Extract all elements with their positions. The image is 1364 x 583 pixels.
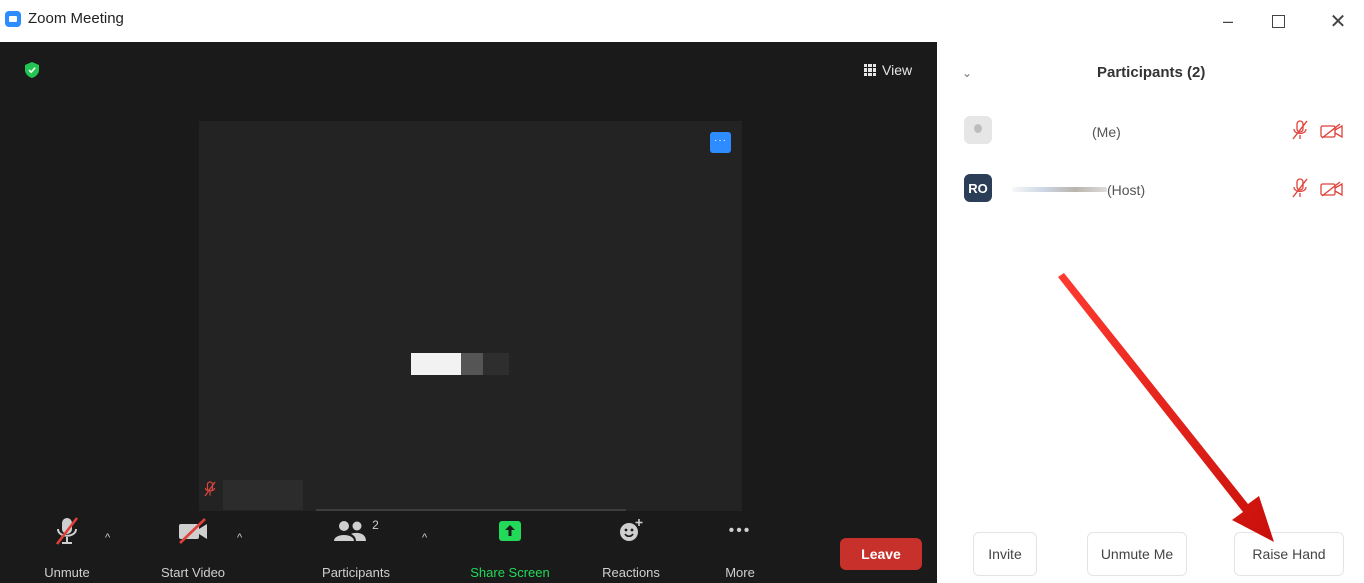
participant-label: (Me)	[1092, 124, 1121, 140]
camera-off-icon[interactable]	[1320, 123, 1344, 139]
participants-count: 2	[372, 518, 379, 532]
zoom-window: Zoom Meeting – ✕ View ··· Unmute ^ Start…	[0, 0, 1364, 583]
view-button[interactable]: View	[864, 62, 912, 78]
share-screen-label: Share Screen	[470, 565, 550, 580]
participant-name-placeholder	[1012, 187, 1107, 192]
meeting-area: View ··· Unmute ^ Start Video ^ 2 Partic…	[0, 42, 937, 583]
tile-name-strip	[223, 480, 303, 510]
participant-name-placeholder	[483, 353, 509, 375]
participants-icon	[334, 521, 367, 541]
share-screen-button[interactable]: Share Screen	[458, 511, 562, 583]
shield-icon[interactable]	[25, 62, 39, 78]
participant-name-placeholder	[461, 353, 483, 375]
camera-off-icon[interactable]	[1320, 181, 1344, 197]
tile-more-button[interactable]: ···	[710, 132, 731, 153]
mic-muted-icon	[55, 517, 79, 545]
mic-muted-icon[interactable]	[1292, 120, 1308, 140]
participant-label: (Host)	[1107, 182, 1146, 198]
grid-icon	[864, 64, 876, 76]
participants-panel: ⌄ Participants (2) (Me) RO (Host) Invite…	[937, 42, 1364, 583]
title-bar: Zoom Meeting – ✕	[0, 0, 1364, 42]
avatar	[964, 116, 992, 144]
reactions-label: Reactions	[602, 565, 660, 580]
panel-footer: Invite Unmute Me Raise Hand	[937, 532, 1364, 583]
participant-row[interactable]: (Me)	[937, 110, 1364, 156]
panel-title: Participants (2)	[1097, 64, 1206, 81]
caret-up-icon[interactable]: ^	[237, 532, 242, 544]
participant-name-placeholder	[411, 353, 461, 375]
leave-button[interactable]: Leave	[840, 538, 922, 570]
unmute-label: Unmute	[44, 565, 90, 580]
maximize-button[interactable]	[1263, 6, 1293, 36]
video-off-icon	[179, 518, 207, 544]
chevron-down-icon[interactable]: ⌄	[962, 66, 972, 80]
mic-muted-icon[interactable]	[1292, 178, 1308, 198]
caret-up-icon[interactable]: ^	[422, 532, 427, 544]
close-button[interactable]: ✕	[1323, 6, 1353, 36]
raise-hand-button[interactable]: Raise Hand	[1234, 532, 1344, 576]
unmute-button[interactable]: Unmute	[32, 511, 102, 583]
zoom-app-icon	[5, 11, 21, 27]
participants-button[interactable]: 2 Participants	[310, 511, 402, 583]
minimize-button[interactable]: –	[1213, 6, 1243, 36]
reactions-button[interactable]: Reactions	[590, 511, 672, 583]
reactions-icon	[620, 519, 643, 541]
participants-label: Participants	[322, 565, 390, 580]
video-tile[interactable]: ···	[199, 121, 742, 511]
share-screen-icon	[499, 521, 521, 541]
panel-header: ⌄ Participants (2)	[937, 42, 1364, 102]
invite-button[interactable]: Invite	[973, 532, 1037, 576]
start-video-button[interactable]: Start Video	[150, 511, 236, 583]
avatar: RO	[964, 174, 992, 202]
more-label: More	[725, 565, 755, 580]
meeting-toolbar: Unmute ^ Start Video ^ 2 Participants ^ …	[0, 511, 937, 583]
unmute-me-button[interactable]: Unmute Me	[1087, 532, 1187, 576]
caret-up-icon[interactable]: ^	[105, 532, 110, 544]
more-button[interactable]: ••• More	[710, 511, 770, 583]
start-video-label: Start Video	[160, 565, 226, 580]
view-label: View	[882, 62, 913, 78]
more-icon: •••	[728, 522, 752, 539]
participant-row[interactable]: RO (Host)	[937, 168, 1364, 214]
mic-muted-icon	[204, 481, 216, 497]
window-title: Zoom Meeting	[28, 10, 124, 27]
